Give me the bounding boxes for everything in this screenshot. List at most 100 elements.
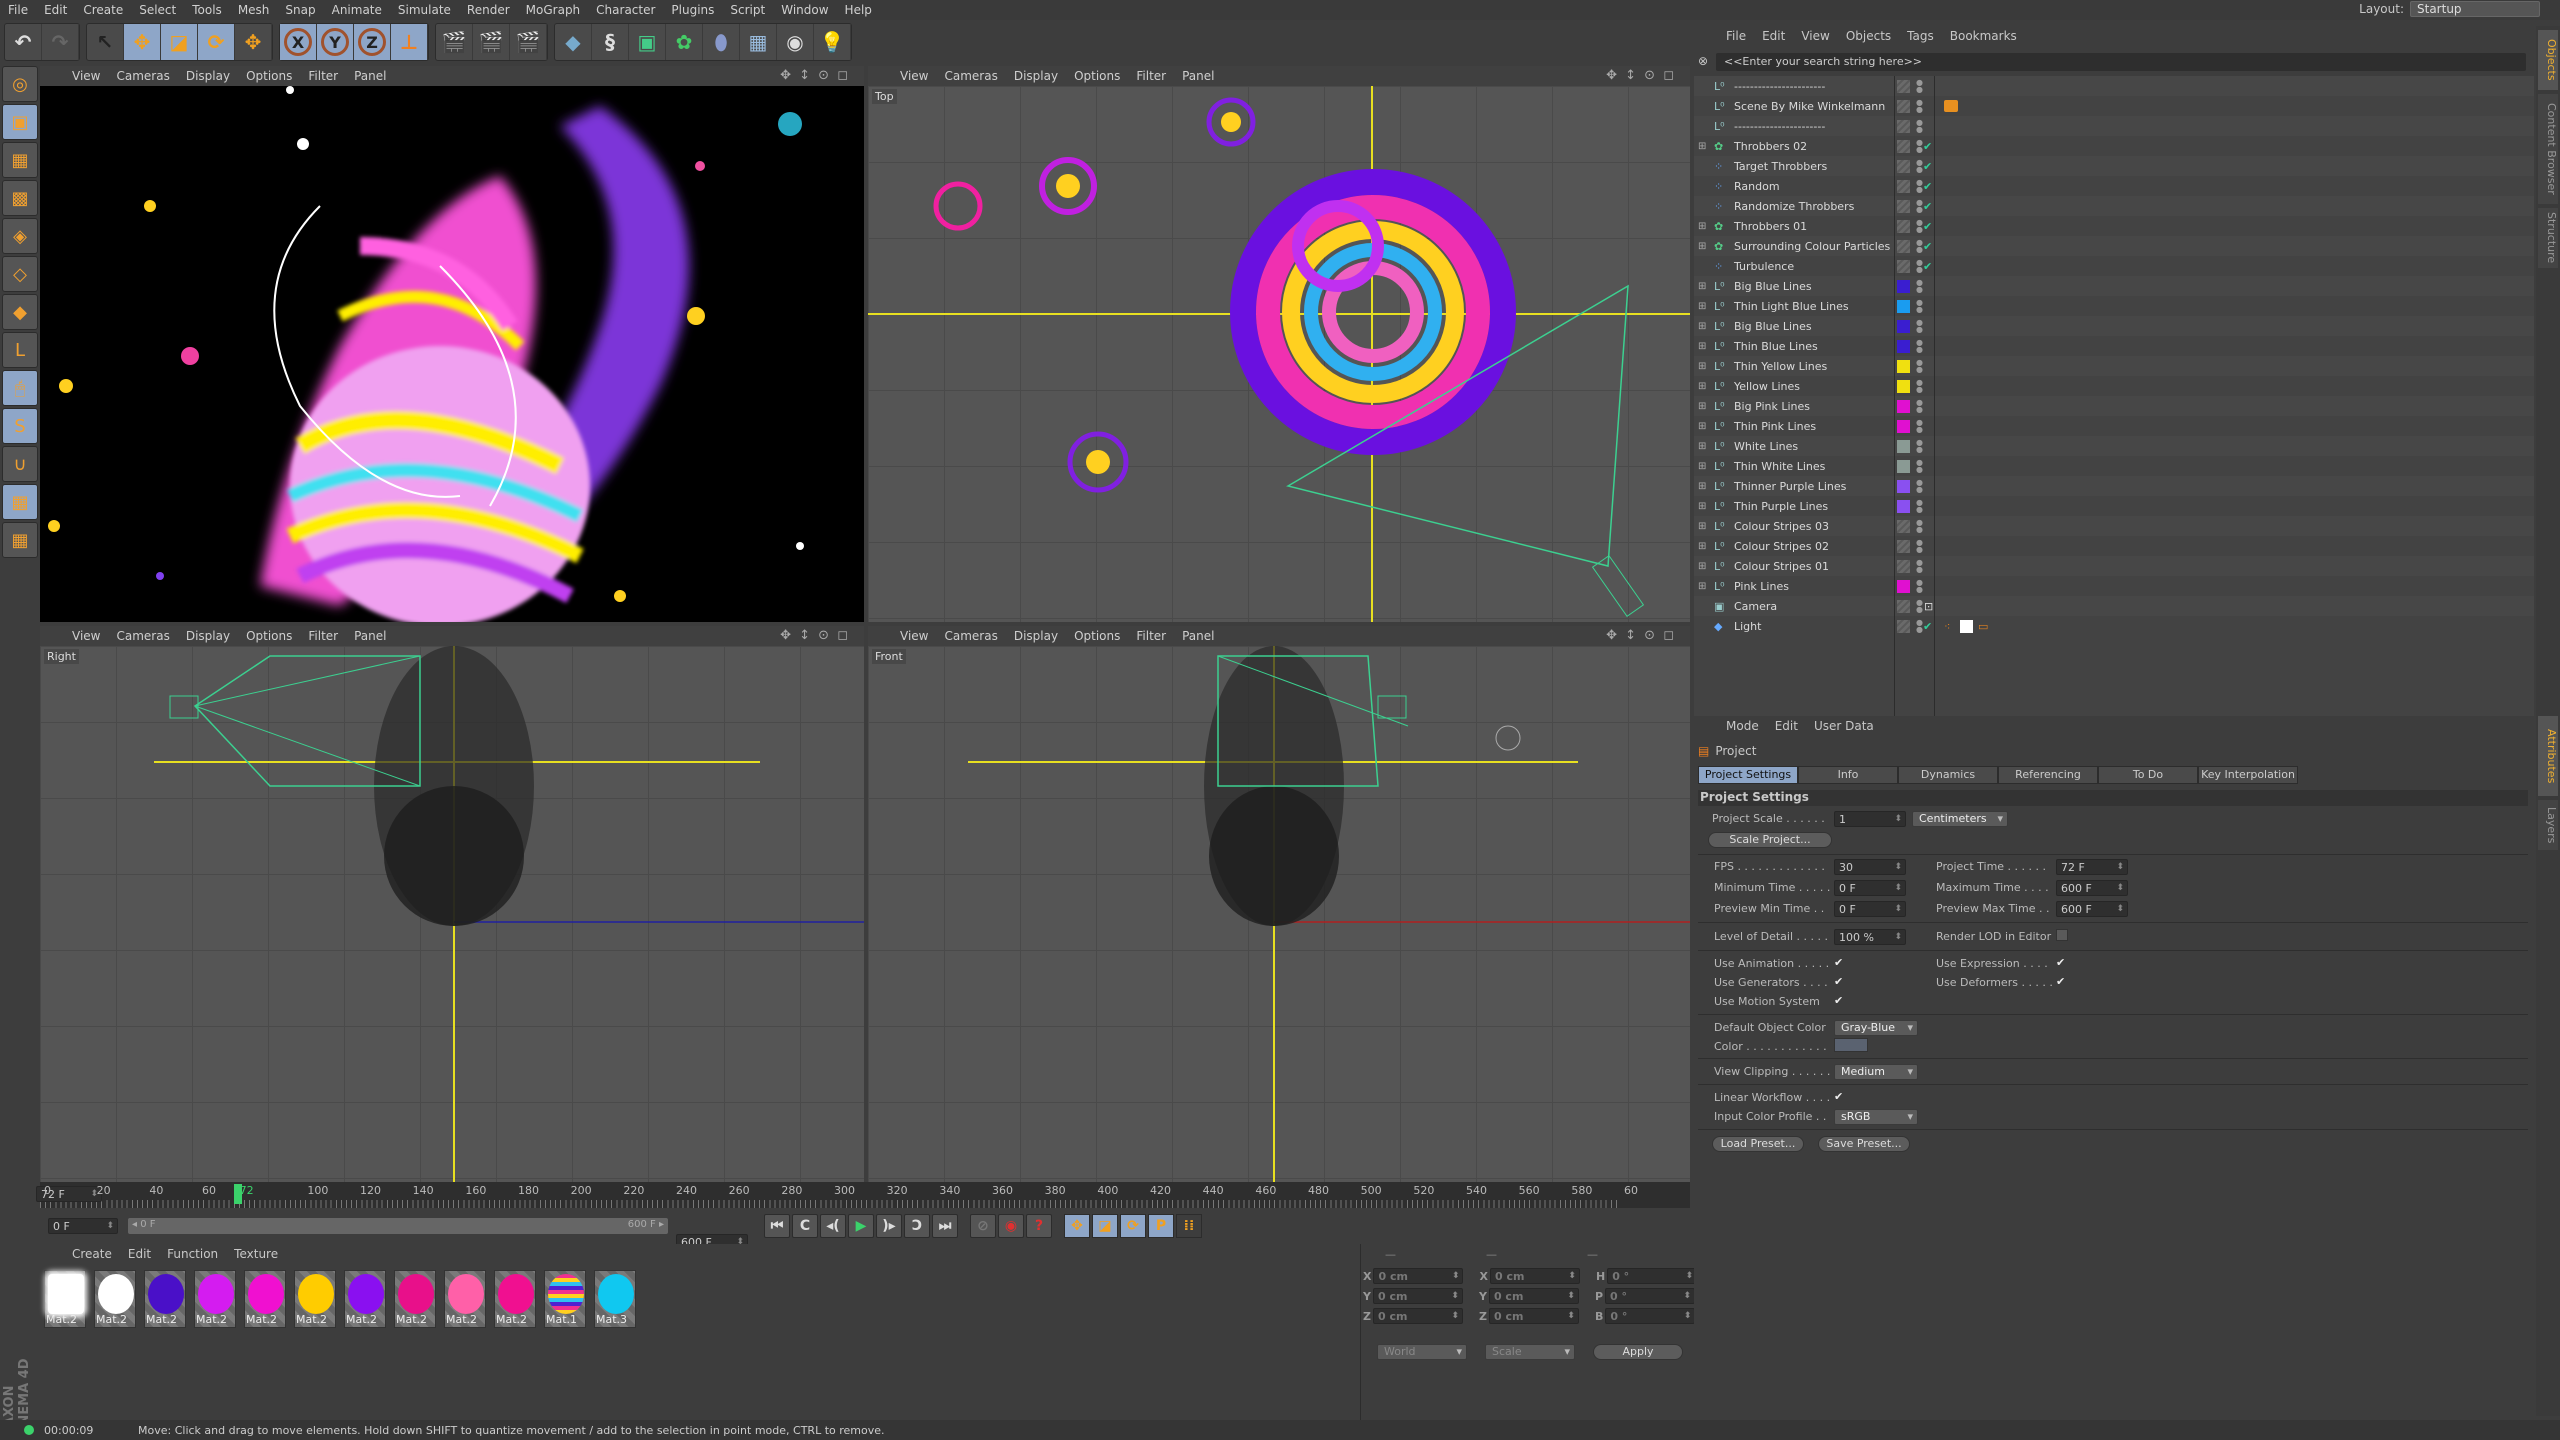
axis-mode-button[interactable]: L (2, 332, 38, 368)
viewport-menu-panel[interactable]: Panel (1174, 69, 1222, 83)
object-row[interactable]: ⊞ L⁰ Thin White Lines ● ● (1694, 456, 2534, 476)
enabled-check-icon[interactable]: ✔ (1923, 260, 1932, 273)
viewport-menu-view[interactable]: View (892, 629, 936, 643)
layer-color-swatch[interactable] (1897, 619, 1910, 633)
render-view-button[interactable]: 🎬 (436, 24, 473, 60)
rotation-b-field[interactable]: 0 ° (1605, 1308, 1696, 1324)
material-menu-create[interactable]: Create (64, 1247, 120, 1261)
object-row[interactable]: ⊞ L⁰ Thin Yellow Lines ● ● (1694, 356, 2534, 376)
visibility-dots-icon[interactable]: ● ● (1916, 99, 1923, 114)
tab-dynamics[interactable]: Dynamics (1898, 766, 1998, 784)
visibility-dots-icon[interactable]: ● ● (1916, 159, 1923, 174)
lod-field[interactable]: 100 % (1834, 929, 1906, 945)
visibility-dots-icon[interactable]: ● ● (1916, 479, 1923, 494)
go-to-start-button[interactable]: ⏮ (764, 1214, 790, 1238)
layer-color-swatch[interactable] (1897, 139, 1910, 153)
start-frame-field[interactable]: 0 F (48, 1218, 118, 1234)
viewport-menu-options[interactable]: Options (238, 69, 300, 83)
viewport-menu-panel[interactable]: Panel (346, 69, 394, 83)
layer-color-swatch[interactable] (1897, 79, 1910, 93)
menu-create[interactable]: Create (75, 3, 131, 17)
viewport-menu-panel[interactable]: Panel (346, 629, 394, 643)
material-menu-texture[interactable]: Texture (226, 1247, 286, 1261)
workplane-align-button[interactable]: ▦ (2, 522, 38, 558)
render-lod-checkbox[interactable] (2056, 929, 2068, 941)
menu-character[interactable]: Character (588, 3, 663, 17)
layer-color-swatch[interactable] (1897, 299, 1910, 313)
object-row[interactable]: ⊞ L⁰ White Lines ● ● (1694, 436, 2534, 456)
object-row[interactable]: L⁰ ----------------------- ● ● (1694, 76, 2534, 96)
viewport-menu-panel[interactable]: Panel (1174, 629, 1222, 643)
viewport-menu-options[interactable]: Options (1066, 69, 1128, 83)
points-mode-button[interactable]: ◈ (2, 218, 38, 254)
viewport-menu-options[interactable]: Options (1066, 629, 1128, 643)
material-swatch[interactable]: Mat.2 (344, 1270, 386, 1328)
object-menu-edit[interactable]: Edit (1754, 29, 1793, 43)
scale-y-field[interactable]: 0 cm (1488, 1288, 1579, 1304)
expand-icon[interactable]: ⊞ (1698, 321, 1706, 332)
rotation-h-field[interactable]: 0 ° (1607, 1268, 1698, 1284)
project-scale-field[interactable]: 1 (1834, 811, 1906, 827)
object-row[interactable]: ◆ Light ● ● ✔ ⁖ ▭ (1694, 616, 2534, 636)
render-tag-icon[interactable]: ▭ (1978, 620, 1988, 633)
layer-color-swatch[interactable] (1897, 119, 1910, 133)
input-profile-dropdown[interactable]: sRGB (1834, 1109, 1918, 1125)
world-coordinates-button[interactable]: ⊥ (391, 24, 428, 60)
visibility-dots-icon[interactable]: ● ● (1916, 539, 1923, 554)
viewport-top[interactable]: View Cameras Display Options Filter Panel ✥ ↕ … (868, 66, 1690, 622)
viewport-menu-display[interactable]: Display (178, 69, 238, 83)
use-expression-checkbox[interactable]: ✔ (2056, 956, 2068, 969)
tab-content-browser[interactable]: Content Browser (2538, 94, 2558, 204)
object-row[interactable]: ⁘ Target Throbbers ● ● ✔ (1694, 156, 2534, 176)
material-swatch[interactable]: Mat.2 (44, 1270, 86, 1328)
visibility-dots-icon[interactable]: ● ● (1916, 459, 1923, 474)
layer-color-swatch[interactable] (1897, 199, 1910, 213)
viewport-right[interactable]: View Cameras Display Options Filter Panel ✥ ↕ … (40, 626, 864, 1182)
attributes-menu-edit[interactable]: Edit (1767, 719, 1806, 733)
axis-lock-z-button[interactable]: Z (354, 24, 391, 60)
object-row[interactable]: ▣ Camera ● ● ⊡ (1694, 596, 2534, 616)
menu-window[interactable]: Window (773, 3, 836, 17)
menu-edit[interactable]: Edit (36, 3, 75, 17)
make-editable-button[interactable]: ◎ (2, 66, 38, 102)
clear-search-icon[interactable]: ⊗ (1698, 54, 1708, 68)
go-to-end-button[interactable]: ⏭ (932, 1214, 958, 1238)
object-row[interactable]: ⁘ Turbulence ● ● ✔ (1694, 256, 2534, 276)
viewport-menu-view[interactable]: View (64, 629, 108, 643)
view-clipping-dropdown[interactable]: Medium (1834, 1064, 1918, 1080)
layout-dropdown[interactable]: Startup (2410, 1, 2540, 17)
next-frame-button[interactable]: )▸ (876, 1214, 902, 1238)
fps-field[interactable]: 30 (1834, 859, 1906, 875)
expand-icon[interactable]: ⊞ (1698, 501, 1706, 512)
expand-icon[interactable]: ⊞ (1698, 521, 1706, 532)
viewport-front[interactable]: View Cameras Display Options Filter Panel ✥ ↕ … (868, 626, 1690, 1182)
linear-workflow-checkbox[interactable]: ✔ (1834, 1090, 1846, 1103)
layer-color-swatch[interactable] (1897, 559, 1910, 573)
layer-color-swatch[interactable] (1897, 379, 1910, 393)
visibility-dots-icon[interactable]: ● ● (1916, 419, 1923, 434)
expand-icon[interactable]: ⊞ (1698, 581, 1706, 592)
object-row[interactable]: ⊞ ✿ Surrounding Colour Particles ● ● ✔ (1694, 236, 2534, 256)
viewport-nav-icons[interactable]: ✥ ↕ ⊙ ◻ (772, 628, 858, 643)
tab-structure[interactable]: Structure (2538, 208, 2558, 268)
menu-simulate[interactable]: Simulate (390, 3, 459, 17)
use-motion-checkbox[interactable]: ✔ (1834, 994, 1846, 1007)
visibility-dots-icon[interactable]: ● ● (1916, 139, 1923, 154)
expand-icon[interactable]: ⊞ (1698, 561, 1706, 572)
render-settings-button[interactable]: 🎬 (510, 24, 547, 60)
viewport-menu-filter[interactable]: Filter (300, 629, 346, 643)
object-row[interactable]: ⊞ L⁰ Big Pink Lines ● ● (1694, 396, 2534, 416)
autokey-button[interactable]: ⊘ (970, 1214, 996, 1238)
tab-layers[interactable]: Layers (2538, 800, 2558, 850)
coord-space-dropdown[interactable]: World (1377, 1344, 1467, 1360)
default-color-dropdown[interactable]: Gray-Blue (1834, 1020, 1918, 1036)
material-swatch[interactable]: Mat.2 (144, 1270, 186, 1328)
use-deformers-checkbox[interactable]: ✔ (2056, 975, 2068, 988)
layer-color-swatch[interactable] (1897, 539, 1910, 553)
layer-color-swatch[interactable] (1897, 499, 1910, 513)
menu-select[interactable]: Select (131, 3, 184, 17)
polygons-mode-button[interactable]: ◆ (2, 294, 38, 330)
menu-file[interactable]: File (0, 3, 36, 17)
use-generators-checkbox[interactable]: ✔ (1834, 975, 1846, 988)
workplane-lock-button[interactable]: ▦ (2, 484, 38, 520)
